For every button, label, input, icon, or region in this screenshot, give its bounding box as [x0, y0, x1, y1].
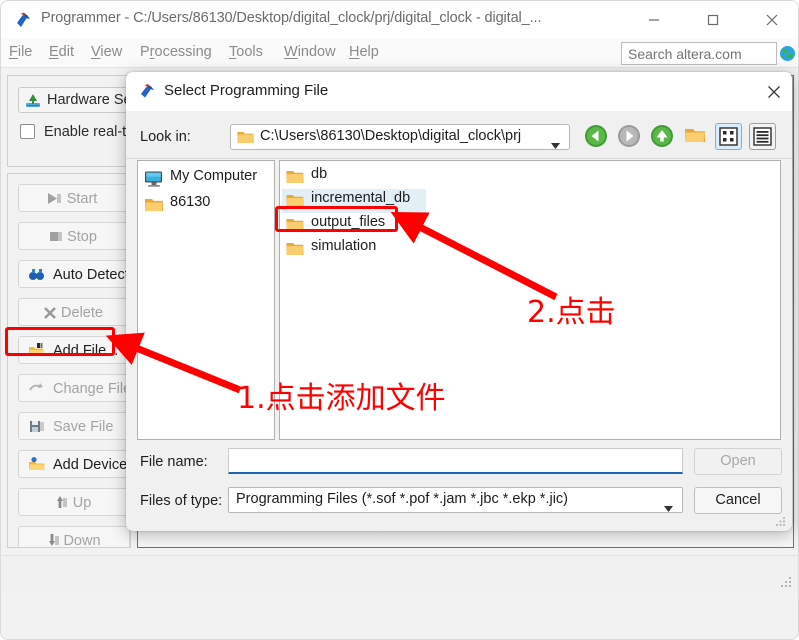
- save-file-button[interactable]: Save File: [18, 412, 130, 440]
- dialog-titlebar: Select Programming File: [126, 72, 792, 111]
- menu-window[interactable]: Window: [284, 44, 336, 60]
- add-file-label: Add File...: [53, 343, 119, 359]
- folder-icon: [237, 130, 254, 144]
- enable-realtime-isp-checkbox[interactable]: [20, 124, 35, 139]
- folder-icon: [286, 169, 304, 184]
- maximize-button[interactable]: [690, 1, 736, 39]
- back-icon[interactable]: [583, 123, 611, 151]
- folder-icon: [286, 217, 304, 232]
- chevron-down-icon: [551, 136, 560, 154]
- delete-button[interactable]: Delete: [18, 298, 130, 326]
- menu-tools[interactable]: Tools: [229, 44, 263, 60]
- menu-file[interactable]: File: [9, 44, 32, 60]
- dialog-resize-grip[interactable]: [775, 515, 787, 527]
- window-title: Programmer - C:/Users/86130/Desktop/digi…: [41, 10, 542, 26]
- hardware-setup-panel: Hardware Setup... Enable real-time ISP t…: [7, 75, 168, 167]
- file-name-input[interactable]: [228, 448, 683, 474]
- window-titlebar: Programmer - C:/Users/86130/Desktop/digi…: [1, 1, 798, 39]
- down-label: Down: [63, 533, 101, 548]
- file-label: incremental_db: [311, 190, 411, 206]
- detail-view-icon[interactable]: [749, 123, 776, 150]
- place-label: My Computer: [170, 168, 258, 184]
- auto-detect-button[interactable]: Auto Detect: [18, 260, 130, 288]
- stop-button[interactable]: Stop: [18, 222, 130, 250]
- file-label: simulation: [311, 238, 377, 254]
- start-button[interactable]: Start: [18, 184, 130, 212]
- down-button[interactable]: Down: [18, 526, 130, 548]
- close-button[interactable]: [749, 1, 795, 39]
- minimize-button[interactable]: [631, 1, 677, 39]
- file-name-label: File name:: [140, 454, 208, 470]
- folder-icon: [286, 241, 304, 256]
- look-in-value: C:\Users\86130\Desktop\digital_clock\prj: [260, 128, 522, 144]
- status-bar: [2, 555, 798, 595]
- adddevice-icon: [28, 456, 46, 474]
- dialog-title: Select Programming File: [164, 82, 329, 99]
- savefile-icon: [28, 418, 46, 436]
- forward-icon: [616, 123, 644, 151]
- start-label: Start: [66, 191, 98, 207]
- autodetect-icon: [28, 266, 46, 284]
- menu-help[interactable]: Help: [349, 44, 379, 60]
- places-pane[interactable]: My Computer 86130: [137, 160, 275, 440]
- file-list-pane[interactable]: db incremental_db output_files simulatio…: [279, 160, 781, 440]
- up-folder-icon[interactable]: [649, 123, 677, 151]
- list-view-icon[interactable]: [715, 123, 742, 150]
- place-label: 86130: [170, 194, 211, 210]
- files-of-type-combo[interactable]: Programming Files (*.sof *.pof *.jam *.j…: [228, 487, 683, 513]
- addfile-icon: [28, 342, 46, 360]
- add-device-button[interactable]: Add Device...: [18, 450, 130, 478]
- menu-processing[interactable]: Processing: [140, 44, 212, 60]
- quartus-logo-icon: [138, 82, 158, 102]
- add-file-button[interactable]: Add File...: [18, 336, 130, 364]
- search-input[interactable]: [621, 42, 777, 65]
- auto-detect-label: Auto Detect: [53, 267, 129, 283]
- up-label: Up: [72, 495, 92, 511]
- programmer-action-buttons: Start Stop Auto Detect Delete Add File..…: [7, 173, 131, 548]
- save-file-label: Save File: [53, 419, 114, 435]
- files-of-type-value: Programming Files (*.sof *.pof *.jam *.j…: [236, 491, 568, 507]
- dialog-close-button[interactable]: [756, 72, 792, 111]
- change-file-button[interactable]: Change File: [18, 374, 130, 402]
- chevron-down-icon: [664, 499, 673, 517]
- add-device-label: Add Device...: [53, 457, 129, 473]
- hardware-icon: [24, 92, 42, 110]
- files-of-type-label: Files of type:: [140, 493, 223, 509]
- file-label: output_files: [311, 214, 386, 230]
- menu-view[interactable]: View: [91, 44, 122, 60]
- globe-icon[interactable]: [779, 45, 796, 62]
- look-in-combo[interactable]: C:\Users\86130\Desktop\digital_clock\prj: [230, 124, 570, 150]
- cancel-button[interactable]: Cancel: [694, 487, 782, 514]
- menu-edit[interactable]: Edit: [49, 44, 74, 60]
- file-label: db: [311, 166, 328, 182]
- select-programming-file-dialog: Select Programming File Look in: C:\User…: [126, 72, 792, 531]
- folder-icon: [144, 196, 164, 214]
- open-button[interactable]: Open: [694, 448, 782, 475]
- up-button[interactable]: Up: [18, 488, 130, 516]
- quartus-logo-icon: [13, 10, 35, 32]
- new-folder-icon[interactable]: [682, 123, 710, 151]
- folder-icon: [286, 193, 304, 208]
- look-in-label: Look in:: [140, 129, 191, 145]
- stop-label: Stop: [67, 229, 97, 245]
- resize-grip[interactable]: [780, 576, 793, 589]
- computer-icon: [144, 170, 164, 188]
- changefile-icon: [28, 380, 46, 398]
- toolbar-separator: [126, 158, 792, 159]
- change-file-label: Change File: [53, 381, 130, 397]
- delete-label: Delete: [61, 305, 103, 321]
